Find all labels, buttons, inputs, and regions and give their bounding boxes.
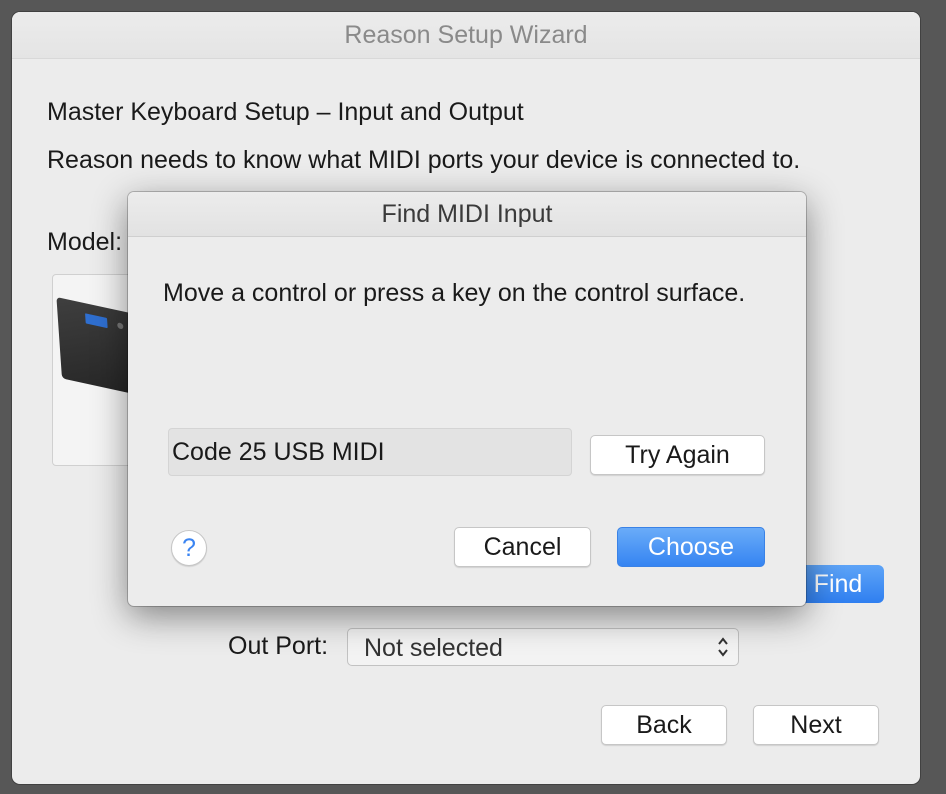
cancel-button[interactable]: Cancel: [454, 527, 591, 567]
window-title: Reason Setup Wizard: [12, 12, 920, 59]
find-midi-input-dialog: Find MIDI Input Move a control or press …: [128, 192, 806, 606]
device-knob: [117, 322, 124, 330]
detected-port-field: Code 25 USB MIDI: [168, 428, 572, 476]
back-button[interactable]: Back: [601, 705, 727, 745]
wizard-heading: Master Keyboard Setup – Input and Output: [47, 98, 524, 126]
dialog-title: Find MIDI Input: [128, 192, 806, 237]
device-screen: [85, 313, 108, 329]
next-button[interactable]: Next: [753, 705, 879, 745]
help-icon[interactable]: ?: [171, 530, 207, 566]
choose-button[interactable]: Choose: [617, 527, 765, 567]
out-port-value: Not selected: [364, 634, 503, 662]
try-again-button[interactable]: Try Again: [590, 435, 765, 475]
updown-chevron-icon: [718, 637, 728, 657]
dialog-message: Move a control or press a key on the con…: [163, 279, 746, 307]
model-label: Model:: [47, 228, 123, 256]
out-port-select[interactable]: Not selected: [347, 628, 739, 666]
out-port-label: Out Port:: [228, 632, 329, 660]
wizard-description: Reason needs to know what MIDI ports you…: [47, 146, 801, 174]
